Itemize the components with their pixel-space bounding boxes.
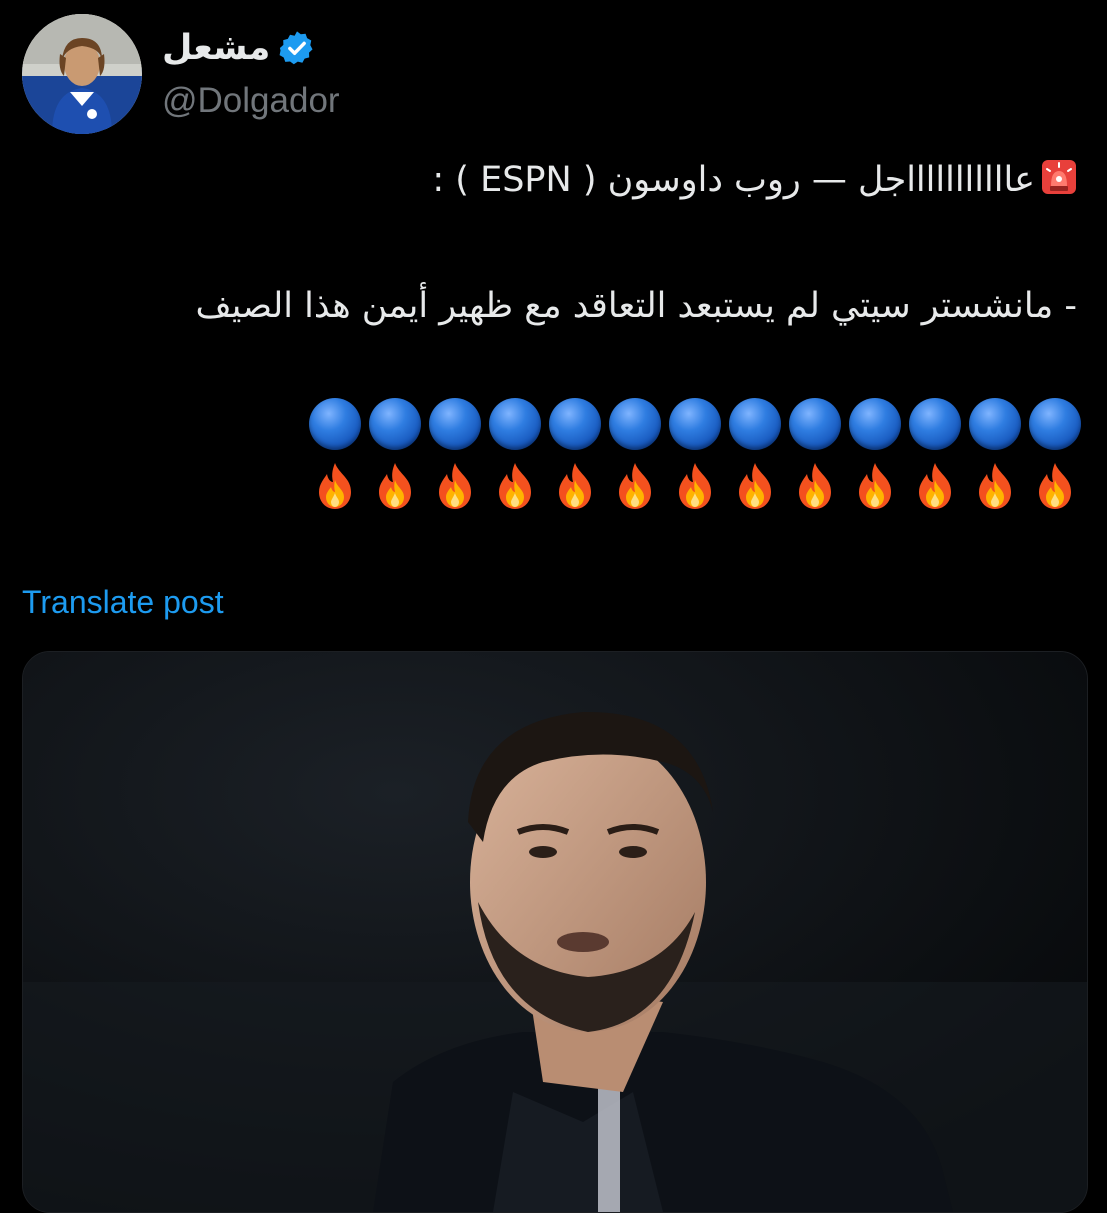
fire-icon (319, 463, 351, 509)
blue-circle-icon (609, 398, 661, 450)
tweet-line-1-text: عاااااااااااجل — روب داوسون ( ESPN ) : (432, 160, 1035, 200)
tweet-author: مشعل @Dolgador (162, 20, 462, 128)
photo-icon (23, 652, 1087, 1212)
blue-circle-icon (489, 398, 541, 450)
blue-circle-icon (429, 398, 481, 450)
fire-icon (739, 463, 771, 509)
blue-circle-icon (969, 398, 1021, 450)
fire-icon (799, 463, 831, 509)
avatar[interactable] (22, 14, 142, 134)
user-handle[interactable]: @Dolgador (162, 78, 340, 124)
display-name[interactable]: مشعل (162, 20, 270, 76)
fire-icon (859, 463, 891, 509)
blue-circle-icon (909, 398, 961, 450)
name-row: مشعل (162, 20, 316, 76)
fire-icon (1039, 463, 1071, 509)
blue-circle-icon (729, 398, 781, 450)
tweet-line-2: - مانشستر سيتي لم يستبعد التعاقد مع ظهير… (195, 286, 1077, 326)
tweet-line-1: عاااااااااااجل — روب داوسون ( ESPN ) : (432, 150, 1077, 210)
blue-circle-icon (369, 398, 421, 450)
tweet-media-image[interactable] (22, 651, 1088, 1213)
blue-circle-icon (849, 398, 901, 450)
fire-icon (499, 463, 531, 509)
blue-circle-icon (669, 398, 721, 450)
fire-icon (979, 463, 1011, 509)
verified-badge-icon[interactable] (278, 29, 316, 67)
fire-icon (439, 463, 471, 509)
fire-icon (679, 463, 711, 509)
avatar-image (22, 14, 142, 134)
fire-icon (619, 463, 651, 509)
translate-post-link[interactable]: Translate post (22, 578, 224, 626)
blue-circles-row (309, 398, 1081, 450)
fire-icon (379, 463, 411, 509)
fire-icon (919, 463, 951, 509)
blue-circle-icon (309, 398, 361, 450)
blue-circle-icon (549, 398, 601, 450)
rotating-light-icon (1042, 160, 1076, 194)
fire-row (309, 460, 1081, 512)
fire-icon (559, 463, 591, 509)
blue-circle-icon (1029, 398, 1081, 450)
blue-circle-icon (789, 398, 841, 450)
